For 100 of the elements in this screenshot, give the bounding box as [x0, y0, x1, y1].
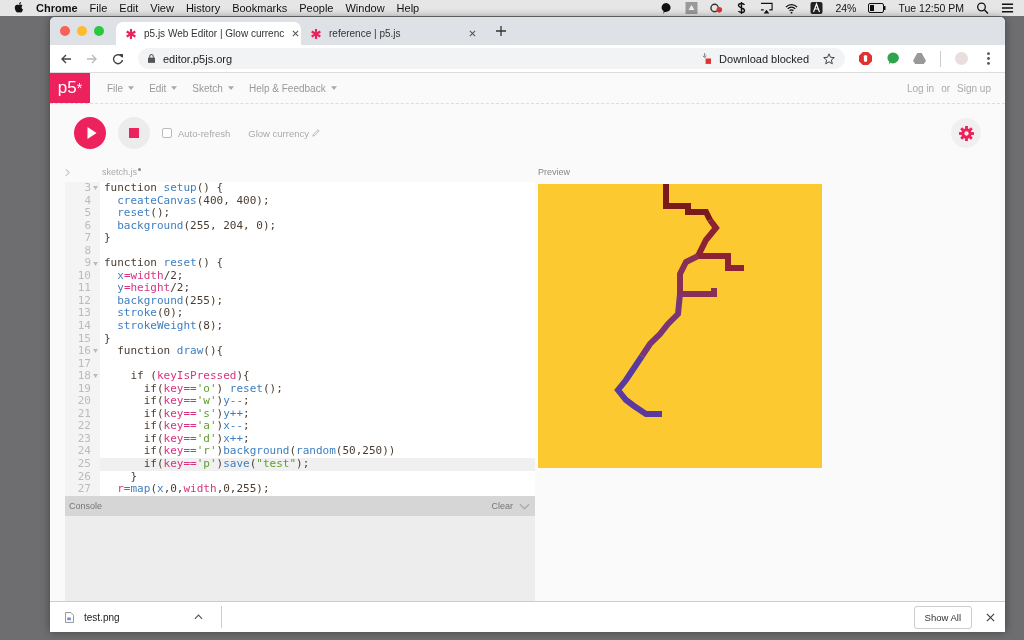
- menu-item[interactable]: Bookmarks: [232, 2, 288, 14]
- line-number: 27: [76, 483, 91, 496]
- close-icon[interactable]: [986, 612, 995, 622]
- code-line: r=map(x,0,width,0,255);: [116, 483, 270, 496]
- line-number: 15: [76, 332, 91, 346]
- line-number: 20: [76, 395, 91, 408]
- keyboard-letter-icon[interactable]: [810, 2, 824, 14]
- asterisk-icon: [311, 28, 321, 39]
- line-number: 8: [83, 244, 91, 258]
- apple-icon[interactable]: [14, 2, 24, 14]
- code-line: if (keyIsPressed){: [129, 370, 250, 383]
- code-line: if(key=='w')y--;: [142, 395, 250, 408]
- code-line: }: [129, 470, 138, 484]
- code-line: background(255);: [116, 294, 224, 308]
- stop-icon: [129, 128, 139, 138]
- line-number: 11: [76, 282, 91, 295]
- code-line: x=width/2;: [116, 269, 184, 283]
- line-number: 6: [83, 219, 91, 233]
- battery-icon[interactable]: [868, 3, 887, 13]
- battery-percent: 24%: [835, 2, 857, 14]
- code-line: }: [103, 232, 111, 245]
- code-line: y=height/2;: [116, 282, 191, 295]
- line-number: 9: [83, 257, 91, 270]
- line-number: 24: [76, 445, 91, 459]
- line-number: 4: [83, 194, 91, 208]
- code-line: if(key=='d')x++;: [142, 432, 250, 446]
- browser-tab[interactable]: p5.js Web Editor | Glow currenc: [116, 22, 301, 45]
- code-line: if(key=='o') reset();: [142, 382, 283, 396]
- speech-bubble-icon[interactable]: [660, 2, 674, 14]
- address-field[interactable]: editor.p5js.org Download blocked: [138, 48, 845, 69]
- new-tab-icon[interactable]: [496, 26, 506, 36]
- play-icon: [85, 127, 97, 139]
- cloud-icon[interactable]: [710, 2, 724, 14]
- menu-app-name[interactable]: Chrome: [36, 2, 78, 14]
- line-number: 5: [83, 207, 91, 220]
- line-number: 25: [76, 458, 91, 471]
- close-tab-icon[interactable]: [292, 30, 300, 37]
- code-line: if(key=='r')background(random(50,250)): [142, 445, 396, 459]
- back-icon[interactable]: [60, 52, 72, 65]
- menu-item[interactable]: Window: [345, 2, 385, 14]
- code-line: strokeWeight(8);: [116, 320, 224, 333]
- menu-item[interactable]: History: [185, 2, 221, 14]
- code-line: function draw(){: [116, 345, 224, 358]
- code-line: function reset() {: [103, 257, 224, 270]
- menu-item[interactable]: Help: [396, 2, 420, 14]
- reload-icon[interactable]: [112, 52, 124, 65]
- code-line: stroke(0);: [116, 307, 184, 320]
- chevron-up-icon[interactable]: [194, 614, 203, 620]
- line-number: 19: [76, 382, 91, 396]
- settings-button[interactable]: [951, 118, 981, 148]
- airplay-icon[interactable]: [760, 2, 774, 14]
- browser-tab[interactable]: reference | p5.js: [301, 22, 486, 45]
- line-number: 16: [76, 345, 91, 358]
- list-icon[interactable]: [1001, 2, 1014, 14]
- line-number: 3: [83, 182, 91, 195]
- caret-icon: [227, 86, 234, 90]
- download-blocked-notice[interactable]: Download blocked: [719, 52, 809, 65]
- chat-bubble-icon[interactable]: [886, 52, 899, 65]
- line-number: 14: [76, 320, 91, 333]
- close-window-icon[interactable]: [60, 26, 70, 36]
- file-icon: [65, 611, 74, 623]
- menu-item[interactable]: File: [89, 2, 108, 14]
- line-number: 13: [76, 307, 91, 320]
- line-number: 26: [76, 470, 91, 484]
- line-number: 10: [76, 269, 91, 283]
- drive-icon[interactable]: [685, 2, 699, 14]
- caret-icon: [330, 86, 337, 90]
- code-line: function setup() {: [103, 182, 224, 195]
- code-line: if(key=='a')x--;: [142, 420, 250, 433]
- download-file-name[interactable]: test.png: [84, 611, 184, 623]
- search-icon[interactable]: [976, 2, 989, 14]
- code-line: }: [103, 332, 111, 346]
- bookmark-star-icon[interactable]: [823, 52, 835, 65]
- line-number: 7: [83, 232, 91, 245]
- caret-icon: [171, 86, 178, 90]
- wifi-icon[interactable]: [785, 2, 799, 14]
- code-line: if(key=='p')save("test");: [142, 458, 310, 471]
- show-all-button[interactable]: Show All: [913, 605, 972, 629]
- stop-button[interactable]: [118, 117, 150, 149]
- menu-item[interactable]: View: [150, 2, 174, 14]
- code-line: background(255, 204, 0);: [116, 219, 277, 233]
- menu-item[interactable]: Edit: [119, 2, 139, 14]
- code-line: createCanvas(400, 400);: [116, 194, 270, 208]
- line-number: 17: [76, 357, 91, 371]
- menu-clock[interactable]: Tue 12:50 PM: [898, 2, 964, 14]
- close-tab-icon[interactable]: [469, 30, 476, 37]
- line-number: 12: [76, 294, 91, 308]
- preview-label: Preview: [538, 167, 570, 177]
- play-button[interactable]: [74, 117, 106, 149]
- auto-refresh-checkbox[interactable]: [162, 128, 172, 138]
- line-number: 23: [76, 432, 91, 446]
- gear-icon: [958, 125, 974, 141]
- asterisk-icon: [126, 28, 136, 39]
- stop-hand-icon[interactable]: [859, 52, 872, 65]
- menu-item[interactable]: People: [299, 2, 334, 14]
- code-line: reset();: [116, 207, 171, 220]
- or-text: or: [941, 82, 951, 94]
- line-number: 21: [76, 407, 91, 421]
- caret-icon: [128, 86, 135, 90]
- drive-triangle-icon[interactable]: [913, 52, 926, 65]
